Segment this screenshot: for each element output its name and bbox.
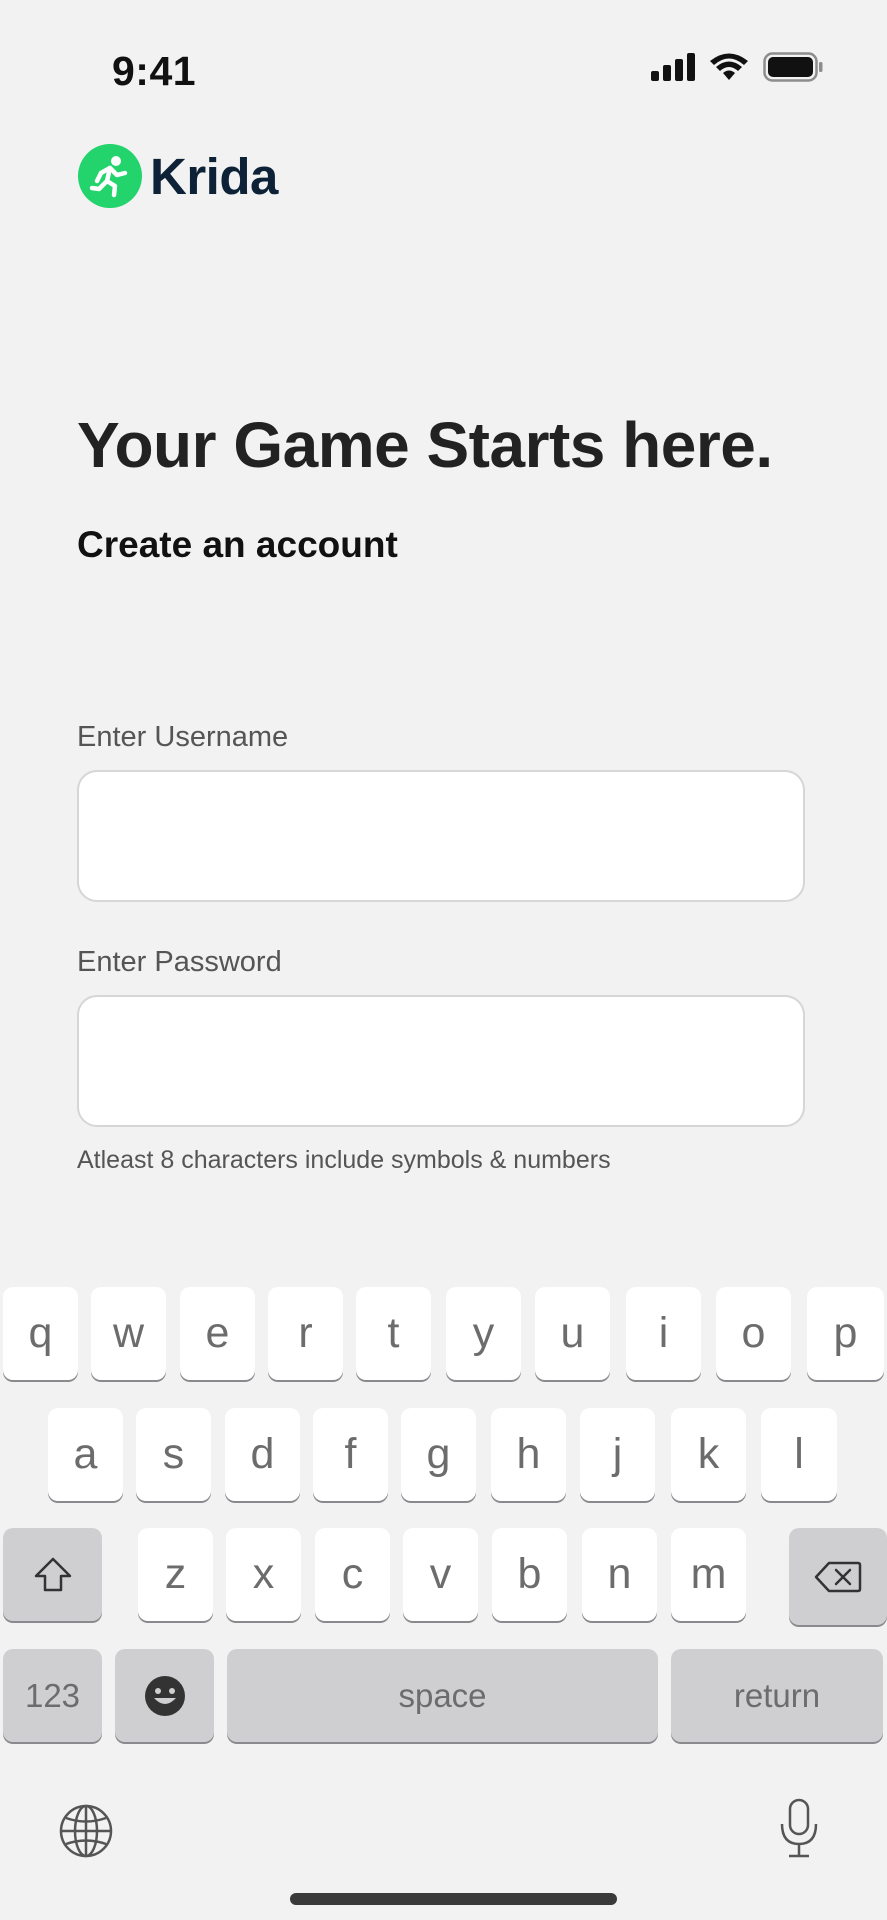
key-q[interactable]: q bbox=[3, 1287, 78, 1380]
status-time: 9:41 bbox=[112, 48, 197, 94]
key-i[interactable]: i bbox=[626, 1287, 701, 1380]
key-l[interactable]: l bbox=[761, 1408, 837, 1501]
home-indicator[interactable] bbox=[290, 1893, 617, 1905]
key-p[interactable]: p bbox=[807, 1287, 884, 1380]
brand-logo: Krida bbox=[78, 144, 278, 208]
brand-name: Krida bbox=[150, 147, 278, 205]
delete-key[interactable] bbox=[789, 1528, 887, 1625]
password-input[interactable] bbox=[79, 997, 803, 1125]
battery-icon bbox=[763, 52, 823, 82]
password-label: Enter Password bbox=[77, 946, 282, 978]
key-s[interactable]: s bbox=[136, 1408, 211, 1501]
cellular-signal-icon bbox=[651, 53, 695, 81]
return-key[interactable]: return bbox=[671, 1649, 883, 1742]
key-o[interactable]: o bbox=[716, 1287, 791, 1380]
status-icons bbox=[651, 52, 823, 82]
key-b[interactable]: b bbox=[492, 1528, 567, 1621]
username-field-container bbox=[77, 770, 805, 902]
key-m[interactable]: m bbox=[671, 1528, 746, 1621]
key-v[interactable]: v bbox=[403, 1528, 478, 1621]
key-f[interactable]: f bbox=[313, 1408, 388, 1501]
password-field-container bbox=[77, 995, 805, 1127]
password-hint: Atleast 8 characters include symbols & n… bbox=[77, 1146, 611, 1174]
emoji-icon bbox=[144, 1675, 185, 1716]
key-u[interactable]: u bbox=[535, 1287, 610, 1380]
key-r[interactable]: r bbox=[268, 1287, 343, 1380]
microphone-icon[interactable] bbox=[778, 1798, 820, 1865]
space-key[interactable]: space bbox=[227, 1649, 658, 1742]
username-label: Enter Username bbox=[77, 721, 289, 753]
key-c[interactable]: c bbox=[315, 1528, 390, 1621]
backspace-icon bbox=[814, 1561, 862, 1592]
key-t[interactable]: t bbox=[356, 1287, 431, 1380]
key-w[interactable]: w bbox=[91, 1287, 166, 1380]
page-subtitle: Create an account bbox=[77, 524, 398, 565]
wifi-icon bbox=[710, 53, 748, 80]
shift-icon bbox=[34, 1557, 71, 1591]
key-g[interactable]: g bbox=[401, 1408, 476, 1501]
runner-icon bbox=[78, 144, 142, 208]
key-j[interactable]: j bbox=[580, 1408, 655, 1501]
page-title: Your Game Starts here. bbox=[77, 409, 773, 481]
key-d[interactable]: d bbox=[225, 1408, 300, 1501]
username-input[interactable] bbox=[79, 772, 803, 900]
key-a[interactable]: a bbox=[48, 1408, 123, 1501]
key-y[interactable]: y bbox=[446, 1287, 521, 1380]
key-e[interactable]: e bbox=[180, 1287, 255, 1380]
key-z[interactable]: z bbox=[138, 1528, 213, 1621]
key-k[interactable]: k bbox=[671, 1408, 746, 1501]
shift-key[interactable] bbox=[3, 1528, 102, 1621]
key-x[interactable]: x bbox=[226, 1528, 301, 1621]
key-h[interactable]: h bbox=[491, 1408, 566, 1501]
emoji-key[interactable] bbox=[115, 1649, 214, 1742]
numbers-key[interactable]: 123 bbox=[3, 1649, 102, 1742]
key-n[interactable]: n bbox=[582, 1528, 657, 1621]
globe-icon[interactable] bbox=[58, 1803, 114, 1864]
